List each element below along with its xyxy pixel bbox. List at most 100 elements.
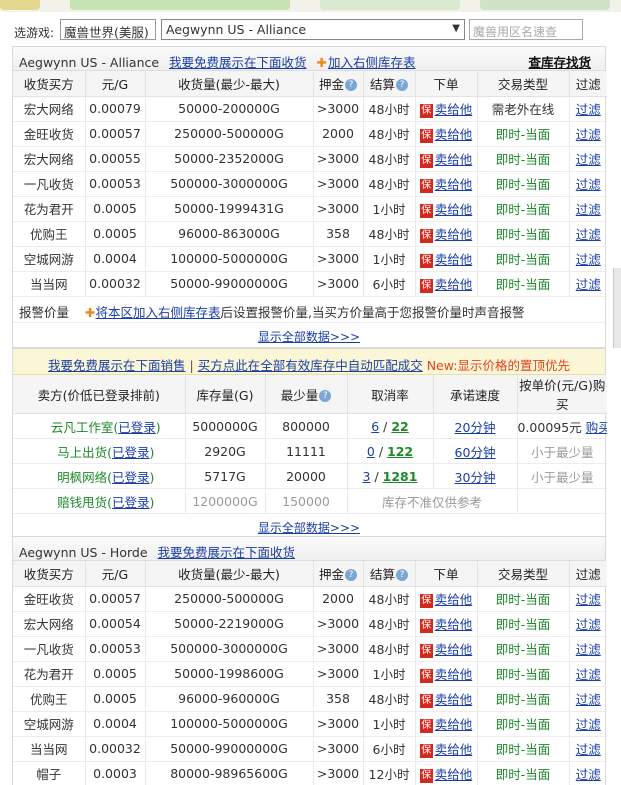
buy-quantity: 50000-2352000G bbox=[145, 146, 314, 172]
buy-price: 0.0004 bbox=[85, 246, 146, 272]
question-icon[interactable]: ? bbox=[345, 568, 357, 581]
buy-link[interactable]: 购买 bbox=[586, 420, 607, 435]
cancel-count-link[interactable]: 6 bbox=[371, 419, 379, 434]
seller-cell: 云凡工作室(已登录) bbox=[13, 413, 186, 439]
settle-time: 1小时 bbox=[363, 196, 416, 222]
sell-to-him-link[interactable]: 卖给他 bbox=[435, 177, 473, 192]
filter-link[interactable]: 过滤 bbox=[576, 692, 601, 707]
free-show-buy-link[interactable]: 我要免费展示在下面收货 bbox=[169, 55, 307, 70]
promised-speed-link[interactable]: 30分钟 bbox=[455, 470, 496, 485]
find-goods-link[interactable]: 查库存找货 bbox=[528, 52, 591, 71]
settle-time: 48小时 bbox=[363, 121, 416, 147]
filter-link[interactable]: 过滤 bbox=[576, 767, 601, 782]
filter-link[interactable]: 过滤 bbox=[576, 127, 601, 142]
filter-link[interactable]: 过滤 bbox=[576, 717, 601, 732]
filter-cell: 过滤 bbox=[569, 121, 607, 147]
logged-in-link[interactable]: 已登录 bbox=[112, 470, 150, 485]
table-row: 空城网游 0.0004 100000-5000000G >3000 1小时保卖给他 即时-… bbox=[13, 711, 607, 737]
filter-link[interactable]: 过滤 bbox=[576, 617, 601, 632]
guarantee-icon: 保 bbox=[419, 719, 433, 733]
show-all-row: 显示全部数据>>> bbox=[13, 323, 605, 347]
promised-speed-link[interactable]: 60分钟 bbox=[455, 445, 496, 460]
cancel-count-link[interactable]: 0 bbox=[367, 444, 375, 459]
guarantee-icon: 保 bbox=[419, 204, 433, 218]
filter-link[interactable]: 过滤 bbox=[576, 227, 601, 242]
sell-to-him-link[interactable]: 卖给他 bbox=[435, 617, 473, 632]
total-orders-link[interactable]: 122 bbox=[387, 444, 413, 459]
side-panel-edge bbox=[613, 268, 621, 348]
sell-to-him-link[interactable]: 卖给他 bbox=[435, 592, 473, 607]
filter-link[interactable]: 过滤 bbox=[576, 277, 601, 292]
paren-close: ) bbox=[149, 444, 155, 460]
auto-match-link[interactable]: 买方点此在全部有效库存中自动匹配成交 bbox=[198, 358, 423, 373]
stock-amount: 5000000G bbox=[185, 413, 266, 439]
server-search-input[interactable]: 魔兽用区名速查 bbox=[469, 19, 583, 40]
settle-time: 48小时 bbox=[363, 221, 416, 247]
table-header-row: 收货买方 元/G 收货量(最少-最大) 押金? 结算? 下单 交易类型 过滤 bbox=[13, 561, 607, 587]
sell-to-him-link[interactable]: 卖给他 bbox=[435, 252, 473, 267]
buy-quantity: 500000-3000000G bbox=[145, 636, 314, 662]
filter-link[interactable]: 过滤 bbox=[576, 102, 601, 117]
logged-in-link[interactable]: 已登录 bbox=[112, 445, 150, 460]
guarantee-icon: 保 bbox=[419, 279, 433, 293]
col-quantity: 收货量(最少-最大) bbox=[145, 71, 314, 97]
logged-in-link[interactable]: 已登录 bbox=[118, 420, 156, 435]
sell-to-him-link[interactable]: 卖给他 bbox=[435, 227, 473, 242]
order-cell: 保卖给他 bbox=[415, 96, 478, 122]
trade-type: 即时-当面 bbox=[477, 246, 570, 272]
order-cell: 保卖给他 bbox=[415, 736, 478, 762]
server-select[interactable]: Aegwynn US - Alliance ▼ bbox=[161, 19, 465, 40]
game-select[interactable]: 魔兽世界(美服) bbox=[60, 19, 156, 40]
col-trade-type: 交易类型 bbox=[477, 561, 570, 587]
filter-link[interactable]: 过滤 bbox=[576, 667, 601, 682]
total-orders-link[interactable]: 22 bbox=[391, 419, 408, 434]
cancel-rate: 6 / 22 bbox=[347, 413, 434, 439]
promised-speed-link[interactable]: 20分钟 bbox=[455, 420, 496, 435]
sell-to-him-link[interactable]: 卖给他 bbox=[435, 152, 473, 167]
sell-to-him-link[interactable]: 卖给他 bbox=[435, 642, 473, 657]
slash: / bbox=[379, 418, 392, 434]
sell-to-him-link[interactable]: 卖给他 bbox=[435, 767, 473, 782]
logged-in-link[interactable]: 已登录 bbox=[112, 495, 150, 510]
buyer-name: 宏大网络 bbox=[13, 146, 86, 172]
filter-link[interactable]: 过滤 bbox=[576, 202, 601, 217]
question-icon[interactable]: ? bbox=[319, 389, 332, 402]
sell-to-him-link[interactable]: 卖给他 bbox=[435, 202, 473, 217]
filter-link[interactable]: 过滤 bbox=[576, 642, 601, 657]
filter-link[interactable]: 过滤 bbox=[576, 592, 601, 607]
settle-time: 48小时 bbox=[363, 611, 416, 637]
deposit: >3000 bbox=[313, 146, 364, 172]
guarantee-icon: 保 bbox=[419, 644, 433, 658]
filter-link[interactable]: 过滤 bbox=[576, 252, 601, 267]
question-icon[interactable]: ? bbox=[345, 78, 357, 91]
add-region-stock-link[interactable]: 将本区加入右侧库存表 bbox=[95, 305, 220, 320]
buy-price: 0.0004 bbox=[85, 711, 146, 737]
question-icon[interactable]: ? bbox=[396, 568, 408, 581]
table-row: 云凡工作室(已登录) 5000000G 800000 6 / 22 20分钟 0.0009… bbox=[13, 413, 607, 439]
sell-to-him-link[interactable]: 卖给他 bbox=[435, 692, 473, 707]
question-icon[interactable]: ? bbox=[396, 78, 408, 91]
sell-to-him-link[interactable]: 卖给他 bbox=[435, 717, 473, 732]
settle-time: 48小时 bbox=[363, 171, 416, 197]
table-row: 一凡收货 0.00053 500000-3000000G >3000 48小时保卖给他即… bbox=[13, 636, 607, 662]
order-cell: 保卖给他 bbox=[415, 196, 478, 222]
filter-cell: 过滤 bbox=[569, 736, 607, 762]
total-orders-link[interactable]: 1281 bbox=[383, 469, 418, 484]
free-show-buy-link[interactable]: 我要免费展示在下面收货 bbox=[158, 545, 296, 560]
add-stock-link[interactable]: 加入右侧库存表 bbox=[328, 55, 416, 70]
table-row: 花为君开 0.0005 50000-1999431G >3000 1小时保卖给他 即时-当… bbox=[13, 196, 607, 222]
show-all-link[interactable]: 显示全部数据>>> bbox=[258, 330, 360, 344]
horde-server-name: Aegwynn US - Horde bbox=[19, 545, 148, 560]
sell-to-him-link[interactable]: 卖给他 bbox=[435, 127, 473, 142]
show-all-link[interactable]: 显示全部数据>>> bbox=[258, 521, 360, 535]
filter-link[interactable]: 过滤 bbox=[576, 177, 601, 192]
sell-to-him-link[interactable]: 卖给他 bbox=[435, 277, 473, 292]
filter-link[interactable]: 过滤 bbox=[576, 152, 601, 167]
sell-to-him-link[interactable]: 卖给他 bbox=[435, 667, 473, 682]
sell-to-him-link[interactable]: 卖给他 bbox=[435, 102, 473, 117]
filter-link[interactable]: 过滤 bbox=[576, 742, 601, 757]
sell-to-him-link[interactable]: 卖给他 bbox=[435, 742, 473, 757]
free-show-sell-link[interactable]: 我要免费展示在下面销售 bbox=[48, 358, 186, 373]
order-cell: 保卖给他 bbox=[415, 171, 478, 197]
buy-price: 0.0005 bbox=[85, 221, 146, 247]
